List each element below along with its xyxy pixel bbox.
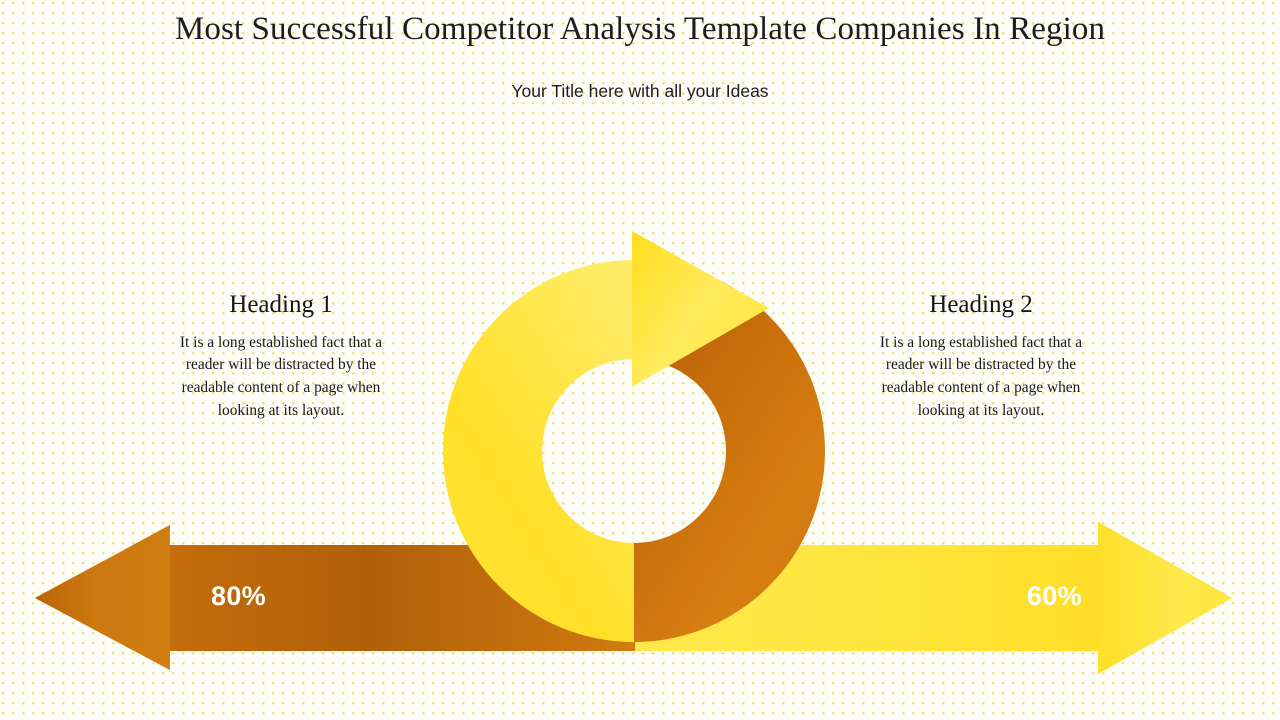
value-label-right: 60% (1027, 581, 1082, 611)
heading-2: Heading 2 (929, 291, 1033, 318)
slide-canvas: Most Successful Competitor Analysis Temp… (0, 0, 1280, 720)
column-left: Heading 1 It is a long established fact … (151, 291, 411, 423)
heading-1: Heading 1 (229, 291, 333, 318)
body-text-1: It is a long established fact that a rea… (179, 333, 383, 419)
arrow-left-head (35, 525, 170, 670)
arrow-right-head (1098, 522, 1232, 674)
column-right: Heading 2 It is a long established fact … (851, 291, 1111, 423)
body-text-2: It is a long established fact that a rea… (879, 333, 1083, 419)
value-label-left: 80% (211, 581, 266, 611)
